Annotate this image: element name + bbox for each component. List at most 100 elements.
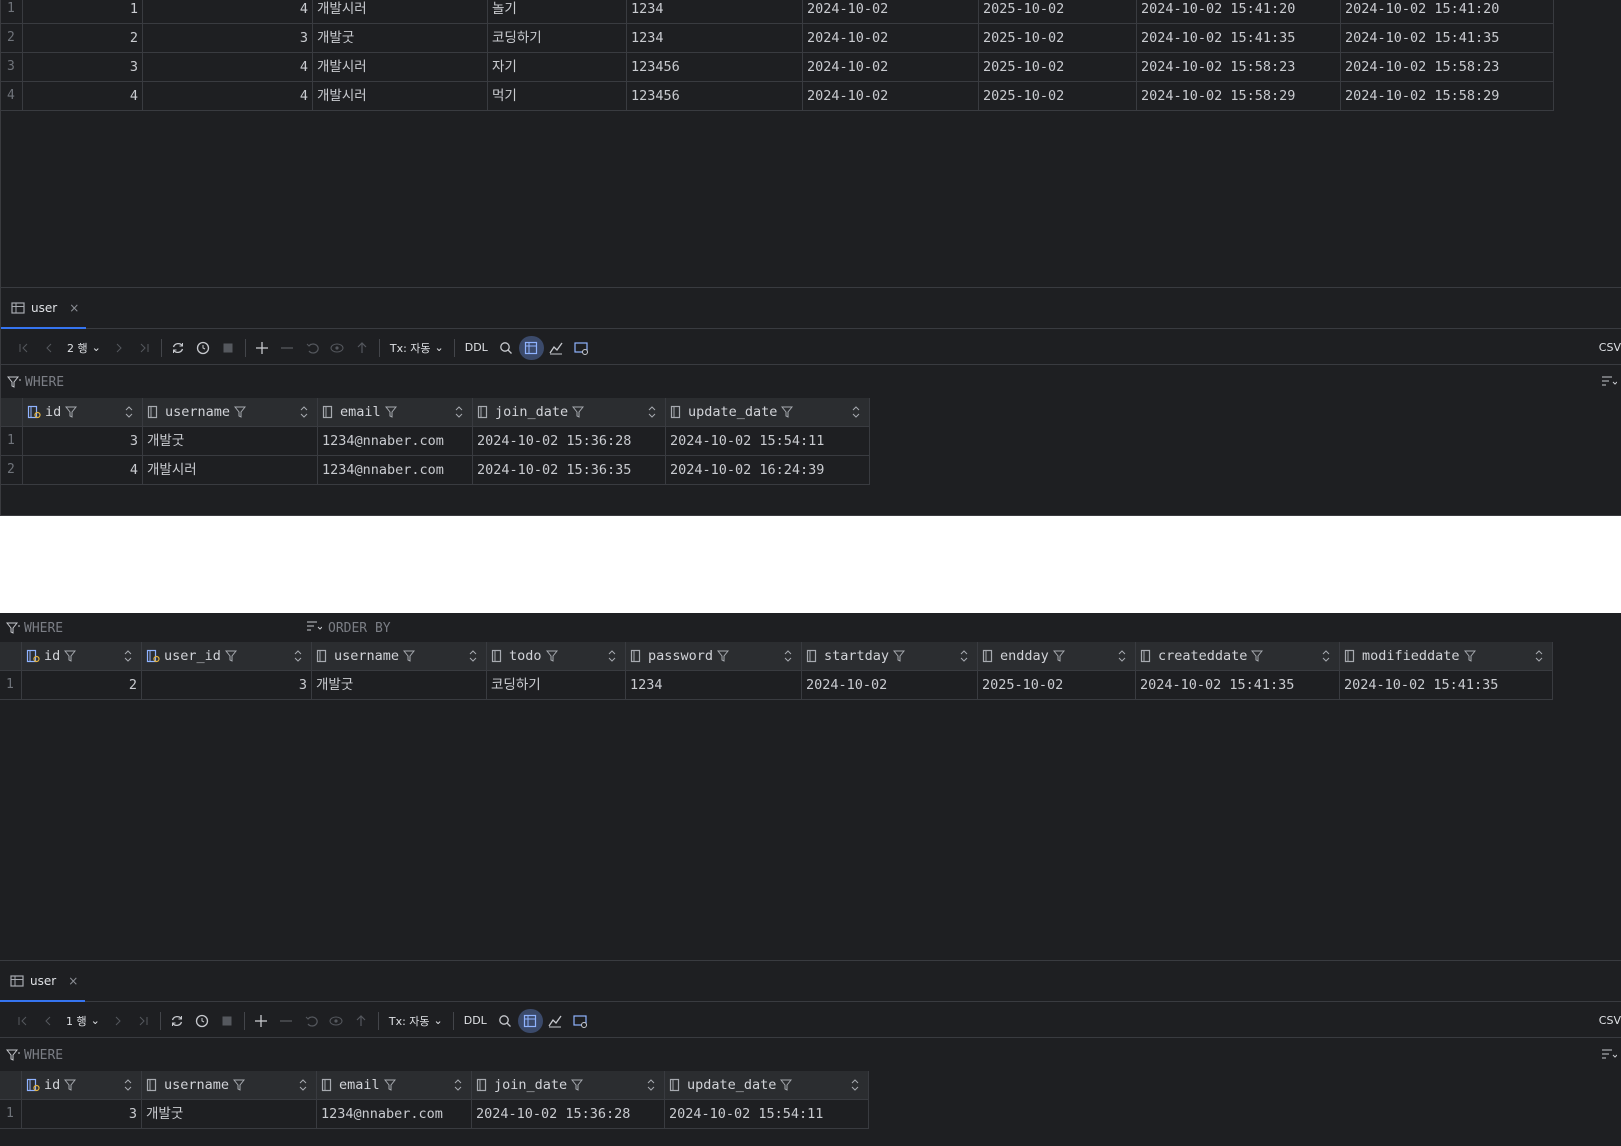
ddl-button[interactable]: DDL — [459, 341, 494, 354]
cell-todo[interactable]: 자기 — [488, 53, 627, 81]
close-icon[interactable]: × — [68, 974, 78, 988]
cell-id[interactable]: 1 — [23, 0, 143, 23]
cell-todo[interactable]: 코딩하기 — [488, 24, 627, 52]
order-by-filter[interactable]: ORDER BY — [300, 620, 391, 636]
close-icon[interactable]: × — [69, 301, 79, 315]
cell-user_id[interactable]: 3 — [142, 671, 312, 699]
stop-icon[interactable] — [215, 1009, 240, 1033]
delete-row-icon[interactable] — [275, 336, 300, 360]
sort-options-icon[interactable] — [1601, 375, 1618, 391]
preview-icon[interactable] — [325, 336, 350, 360]
cell-username[interactable]: 개발굿 — [142, 1100, 317, 1128]
cell-id[interactable]: 4 — [23, 82, 143, 110]
cell-modifieddate[interactable]: 2024-10-02 15:41:20 — [1341, 0, 1554, 23]
cell-endday[interactable]: 2025-10-02 — [978, 671, 1136, 699]
cell-id[interactable]: 3 — [23, 53, 143, 81]
cell-createddate[interactable]: 2024-10-02 15:41:20 — [1137, 0, 1341, 23]
sort-icon[interactable] — [851, 406, 861, 418]
cell-join_date[interactable]: 2024-10-02 15:36:28 — [473, 427, 666, 455]
table-row[interactable]: 2 2 3 개발굿 코딩하기 1234 2024-10-02 2025-10-02 2024-1… — [1, 24, 1554, 53]
filter-icon[interactable] — [545, 650, 558, 662]
where-filter[interactable]: WHERE — [0, 1048, 63, 1063]
history-icon[interactable] — [190, 1009, 215, 1033]
history-icon[interactable] — [191, 336, 216, 360]
settings-view-icon[interactable] — [568, 1009, 593, 1033]
transaction-mode-selector[interactable]: Tx: 자동 ⌄ — [384, 340, 450, 356]
filter-icon[interactable] — [1463, 650, 1476, 662]
cell-email[interactable]: 1234@nnaber.com — [318, 427, 473, 455]
sort-icon[interactable] — [1321, 650, 1331, 662]
cell-update_date[interactable]: 2024-10-02 15:54:11 — [666, 427, 870, 455]
cell-todo[interactable]: 코딩하기 — [487, 671, 626, 699]
column-header-startday[interactable]: startday — [802, 642, 978, 670]
column-header-createddate[interactable]: createddate — [1136, 642, 1340, 670]
cell-todo[interactable]: 먹기 — [488, 82, 627, 110]
cell-username[interactable]: 개발굿 — [143, 427, 318, 455]
column-header-join_date[interactable]: join_date — [472, 1071, 665, 1099]
where-filter-bar[interactable]: WHERE — [0, 1040, 1621, 1070]
column-header-modifieddate[interactable]: modifieddate — [1340, 642, 1553, 670]
sort-icon[interactable] — [298, 1079, 308, 1091]
filter-bar[interactable]: WHERE ORDER BY — [0, 613, 1621, 643]
refresh-icon[interactable] — [166, 336, 191, 360]
cell-user_id[interactable]: 4 — [143, 82, 313, 110]
prev-page-icon[interactable] — [35, 1009, 60, 1033]
tab-user[interactable]: user × — [0, 961, 85, 1002]
table-row[interactable]: 1 3 개발굿 1234@nnaber.com 2024-10-02 15:36:28 2… — [1, 427, 870, 456]
cell-endday[interactable]: 2025-10-02 — [979, 24, 1137, 52]
row-count-selector[interactable]: 2 행 ⌄ — [61, 340, 107, 356]
next-page-icon[interactable] — [106, 1009, 131, 1033]
cell-password[interactable]: 1234 — [626, 671, 802, 699]
cell-password[interactable]: 123456 — [627, 53, 803, 81]
cell-modifieddate[interactable]: 2024-10-02 15:41:35 — [1340, 671, 1553, 699]
sort-icon[interactable] — [959, 650, 969, 662]
cell-update_date[interactable]: 2024-10-02 15:54:11 — [665, 1100, 869, 1128]
cell-password[interactable]: 1234 — [627, 0, 803, 23]
filter-icon[interactable] — [1052, 650, 1065, 662]
cell-username[interactable]: 개발시러 — [313, 53, 488, 81]
cell-endday[interactable]: 2025-10-02 — [979, 0, 1137, 23]
column-header-update_date[interactable]: update_date — [666, 398, 870, 426]
row-count-selector[interactable]: 1 행 ⌄ — [60, 1013, 106, 1029]
sort-options-icon[interactable] — [1601, 1048, 1618, 1064]
sort-icon[interactable] — [453, 1079, 463, 1091]
next-page-icon[interactable] — [107, 336, 132, 360]
cell-user_id[interactable]: 4 — [143, 0, 313, 23]
where-filter[interactable]: WHERE — [1, 375, 64, 390]
filter-icon[interactable] — [717, 650, 730, 662]
filter-icon[interactable] — [383, 1079, 396, 1091]
column-header-username[interactable]: username — [312, 642, 487, 670]
transaction-mode-selector[interactable]: Tx: 자동 ⌄ — [383, 1013, 449, 1029]
cell-update_date[interactable]: 2024-10-02 16:24:39 — [666, 456, 870, 484]
cell-endday[interactable]: 2025-10-02 — [979, 53, 1137, 81]
table-row[interactable]: 2 4 개발시러 1234@nnaber.com 2024-10-02 15:36:35… — [1, 456, 870, 485]
filter-icon[interactable] — [64, 650, 77, 662]
column-header-id[interactable]: id — [22, 642, 142, 670]
column-header-id[interactable]: id — [22, 1071, 142, 1099]
submit-icon[interactable] — [350, 336, 375, 360]
cell-startday[interactable]: 2024-10-02 — [803, 0, 979, 23]
revert-icon[interactable] — [300, 336, 325, 360]
cell-modifieddate[interactable]: 2024-10-02 15:58:29 — [1341, 82, 1554, 110]
filter-icon[interactable] — [64, 1079, 77, 1091]
submit-icon[interactable] — [349, 1009, 374, 1033]
cell-id[interactable]: 4 — [23, 456, 143, 484]
delete-row-icon[interactable] — [274, 1009, 299, 1033]
filter-icon[interactable] — [224, 650, 237, 662]
cell-id[interactable]: 3 — [22, 1100, 142, 1128]
chart-icon[interactable] — [544, 336, 569, 360]
sort-icon[interactable] — [123, 1079, 133, 1091]
tab-user[interactable]: user × — [1, 288, 86, 329]
sort-icon[interactable] — [124, 406, 134, 418]
cell-endday[interactable]: 2025-10-02 — [979, 82, 1137, 110]
csv-export-button[interactable]: CSV — [1599, 341, 1621, 354]
column-header-todo[interactable]: todo — [487, 642, 626, 670]
preview-icon[interactable] — [324, 1009, 349, 1033]
sort-icon[interactable] — [299, 406, 309, 418]
add-row-icon[interactable] — [249, 1009, 274, 1033]
cell-email[interactable]: 1234@nnaber.com — [318, 456, 473, 484]
filter-icon[interactable] — [384, 406, 397, 418]
sort-icon[interactable] — [607, 650, 617, 662]
last-page-icon[interactable] — [132, 336, 157, 360]
sort-icon[interactable] — [468, 650, 478, 662]
